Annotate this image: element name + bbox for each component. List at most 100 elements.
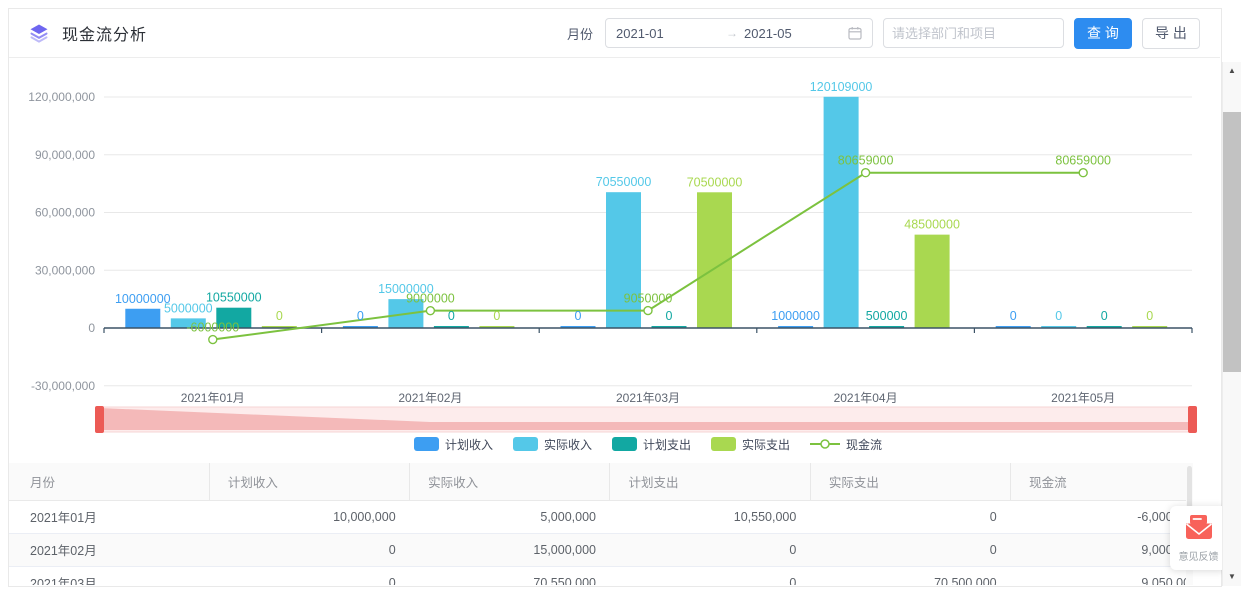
value-label: 0 — [1101, 309, 1108, 323]
page-scrollbar[interactable]: ▲ ▼ — [1222, 62, 1241, 586]
header-bar: 现金流分析 月份 2021-01 → 2021-05 查 询 导 出 — [9, 9, 1220, 58]
value-label: 80659000 — [838, 154, 894, 168]
legend-swatch-icon — [513, 437, 538, 451]
value-label: 70550000 — [596, 175, 652, 189]
value-label: 0 — [493, 309, 500, 323]
legend-label: 实际支出 — [742, 436, 790, 453]
value-label: 10000000 — [115, 292, 171, 306]
date-range-picker[interactable]: 2021-01 → 2021-05 — [605, 18, 873, 48]
datazoom-handle-right[interactable] — [1188, 406, 1197, 433]
datazoom-handle-left[interactable] — [95, 406, 104, 433]
y-axis-tick-label: -30,000,000 — [31, 379, 95, 393]
legend-line-marker-icon — [810, 437, 840, 451]
legend-label: 计划收入 — [445, 436, 493, 453]
scroll-up-icon[interactable]: ▲ — [1223, 64, 1241, 78]
calendar-icon — [848, 26, 862, 40]
cashflow-point[interactable] — [862, 169, 870, 177]
feedback-envelope-icon — [1184, 514, 1214, 541]
cashflow-table: 月份计划收入实际收入计划支出实际支出现金流 2021年01月10,000,000… — [9, 463, 1193, 585]
table-cell-month: 2021年03月 — [9, 566, 209, 585]
value-label: 1000000 — [771, 309, 820, 323]
x-axis-label: 2021年02月 — [398, 391, 462, 405]
legend-item-现金流[interactable]: 现金流 — [810, 436, 882, 453]
table-row[interactable]: 2021年03月070,550,000070,500,0009,050,000 — [9, 566, 1193, 585]
table-column-header: 现金流 — [1011, 463, 1193, 500]
page-title: 现金流分析 — [62, 21, 147, 45]
table-cell-value: 0 — [610, 533, 810, 566]
x-axis-label: 2021年03月 — [616, 391, 680, 405]
table-column-header: 实际收入 — [410, 463, 610, 500]
cashflow-point[interactable] — [644, 307, 652, 315]
dept-project-select[interactable] — [883, 18, 1064, 48]
legend-item-实际支出[interactable]: 实际支出 — [711, 436, 790, 453]
bar-计划收入[interactable] — [125, 309, 160, 328]
table-column-header: 计划支出 — [610, 463, 810, 500]
chart-legend: 计划收入 实际收入 计划支出 实际支出 现金流 — [104, 433, 1192, 455]
y-axis-tick-label: 90,000,000 — [35, 148, 95, 162]
date-start-value[interactable]: 2021-01 — [616, 26, 720, 41]
table-cell-value: 5,000,000 — [410, 500, 610, 533]
table-cell-value: 0 — [610, 566, 810, 585]
y-axis-tick-label: 30,000,000 — [35, 263, 95, 277]
value-label: 120109000 — [810, 80, 873, 94]
x-axis-label: 2021年01月 — [181, 391, 245, 405]
header-controls: 月份 2021-01 → 2021-05 查 询 导 出 — [567, 18, 1200, 49]
value-label: 0 — [1055, 309, 1062, 323]
value-label: 0 — [666, 309, 673, 323]
table-cell-value: 0 — [209, 533, 409, 566]
legend-item-计划支出[interactable]: 计划支出 — [612, 436, 691, 453]
legend-swatch-icon — [414, 437, 439, 451]
table-cell-value: 9,050,000 — [1011, 566, 1193, 585]
cashflow-point[interactable] — [1079, 169, 1087, 177]
legend-item-实际收入[interactable]: 实际收入 — [513, 436, 592, 453]
table-scrollbar-thumb[interactable] — [1187, 466, 1192, 508]
page-scrollbar-thumb[interactable] — [1223, 112, 1241, 372]
cashflow-point[interactable] — [209, 336, 217, 344]
table-cell-value: 10,000,000 — [209, 500, 409, 533]
legend-swatch-icon — [711, 437, 736, 451]
legend-item-计划收入[interactable]: 计划收入 — [414, 436, 493, 453]
cashflow-analysis-page: 120,000,00090,000,00060,000,00030,000,00… — [0, 0, 1241, 593]
bar-实际支出[interactable] — [915, 235, 950, 328]
table-cell-value: 70,500,000 — [810, 566, 1010, 585]
table-cell-value: -6,000,000 — [1011, 500, 1193, 533]
table-cell-value: 0 — [209, 566, 409, 585]
date-range-arrow-icon: → — [726, 26, 738, 40]
date-end-value[interactable]: 2021-05 — [744, 26, 848, 41]
x-axis-label: 2021年05月 — [1051, 391, 1115, 405]
month-field-label: 月份 — [567, 24, 593, 43]
legend-label: 现金流 — [846, 436, 882, 453]
value-label: 80659000 — [1055, 154, 1111, 168]
value-label: 0 — [276, 309, 283, 323]
table-cell-value: 9,000,000 — [1011, 533, 1193, 566]
table-header-row: 月份计划收入实际收入计划支出实际支出现金流 — [9, 463, 1193, 500]
y-axis-tick-label: 0 — [88, 321, 95, 335]
y-axis-tick-label: 60,000,000 — [35, 206, 95, 220]
table-column-header: 计划收入 — [209, 463, 409, 500]
value-label: 0 — [357, 309, 364, 323]
export-button[interactable]: 导 出 — [1142, 18, 1200, 49]
cashflow-point[interactable] — [426, 307, 434, 315]
scroll-down-icon[interactable]: ▼ — [1223, 570, 1241, 584]
value-label: 500000 — [866, 309, 908, 323]
feedback-widget[interactable]: 意见反馈 — [1170, 506, 1227, 570]
table-cell-value: 0 — [810, 533, 1010, 566]
value-label: 10550000 — [206, 291, 262, 305]
table-row[interactable]: 2021年02月015,000,000009,000,000 — [9, 533, 1193, 566]
cashflow-table-container: 月份计划收入实际收入计划支出实际支出现金流 2021年01月10,000,000… — [9, 463, 1193, 585]
bar-实际收入[interactable] — [824, 97, 859, 328]
value-label: 48500000 — [904, 218, 960, 232]
legend-swatch-icon — [612, 437, 637, 451]
table-row[interactable]: 2021年01月10,000,0005,000,00010,550,0000-6… — [9, 500, 1193, 533]
table-cell-value: 10,550,000 — [610, 500, 810, 533]
value-label: -6000000 — [186, 321, 239, 335]
value-label: 70500000 — [687, 175, 743, 189]
table-column-header: 月份 — [9, 463, 209, 500]
query-button[interactable]: 查 询 — [1074, 18, 1132, 49]
table-cell-value: 15,000,000 — [410, 533, 610, 566]
table-cell-month: 2021年02月 — [9, 533, 209, 566]
table-cell-value: 0 — [810, 500, 1010, 533]
table-column-header: 实际支出 — [810, 463, 1010, 500]
bar-实际收入[interactable] — [606, 192, 641, 328]
value-label: 0 — [1146, 309, 1153, 323]
